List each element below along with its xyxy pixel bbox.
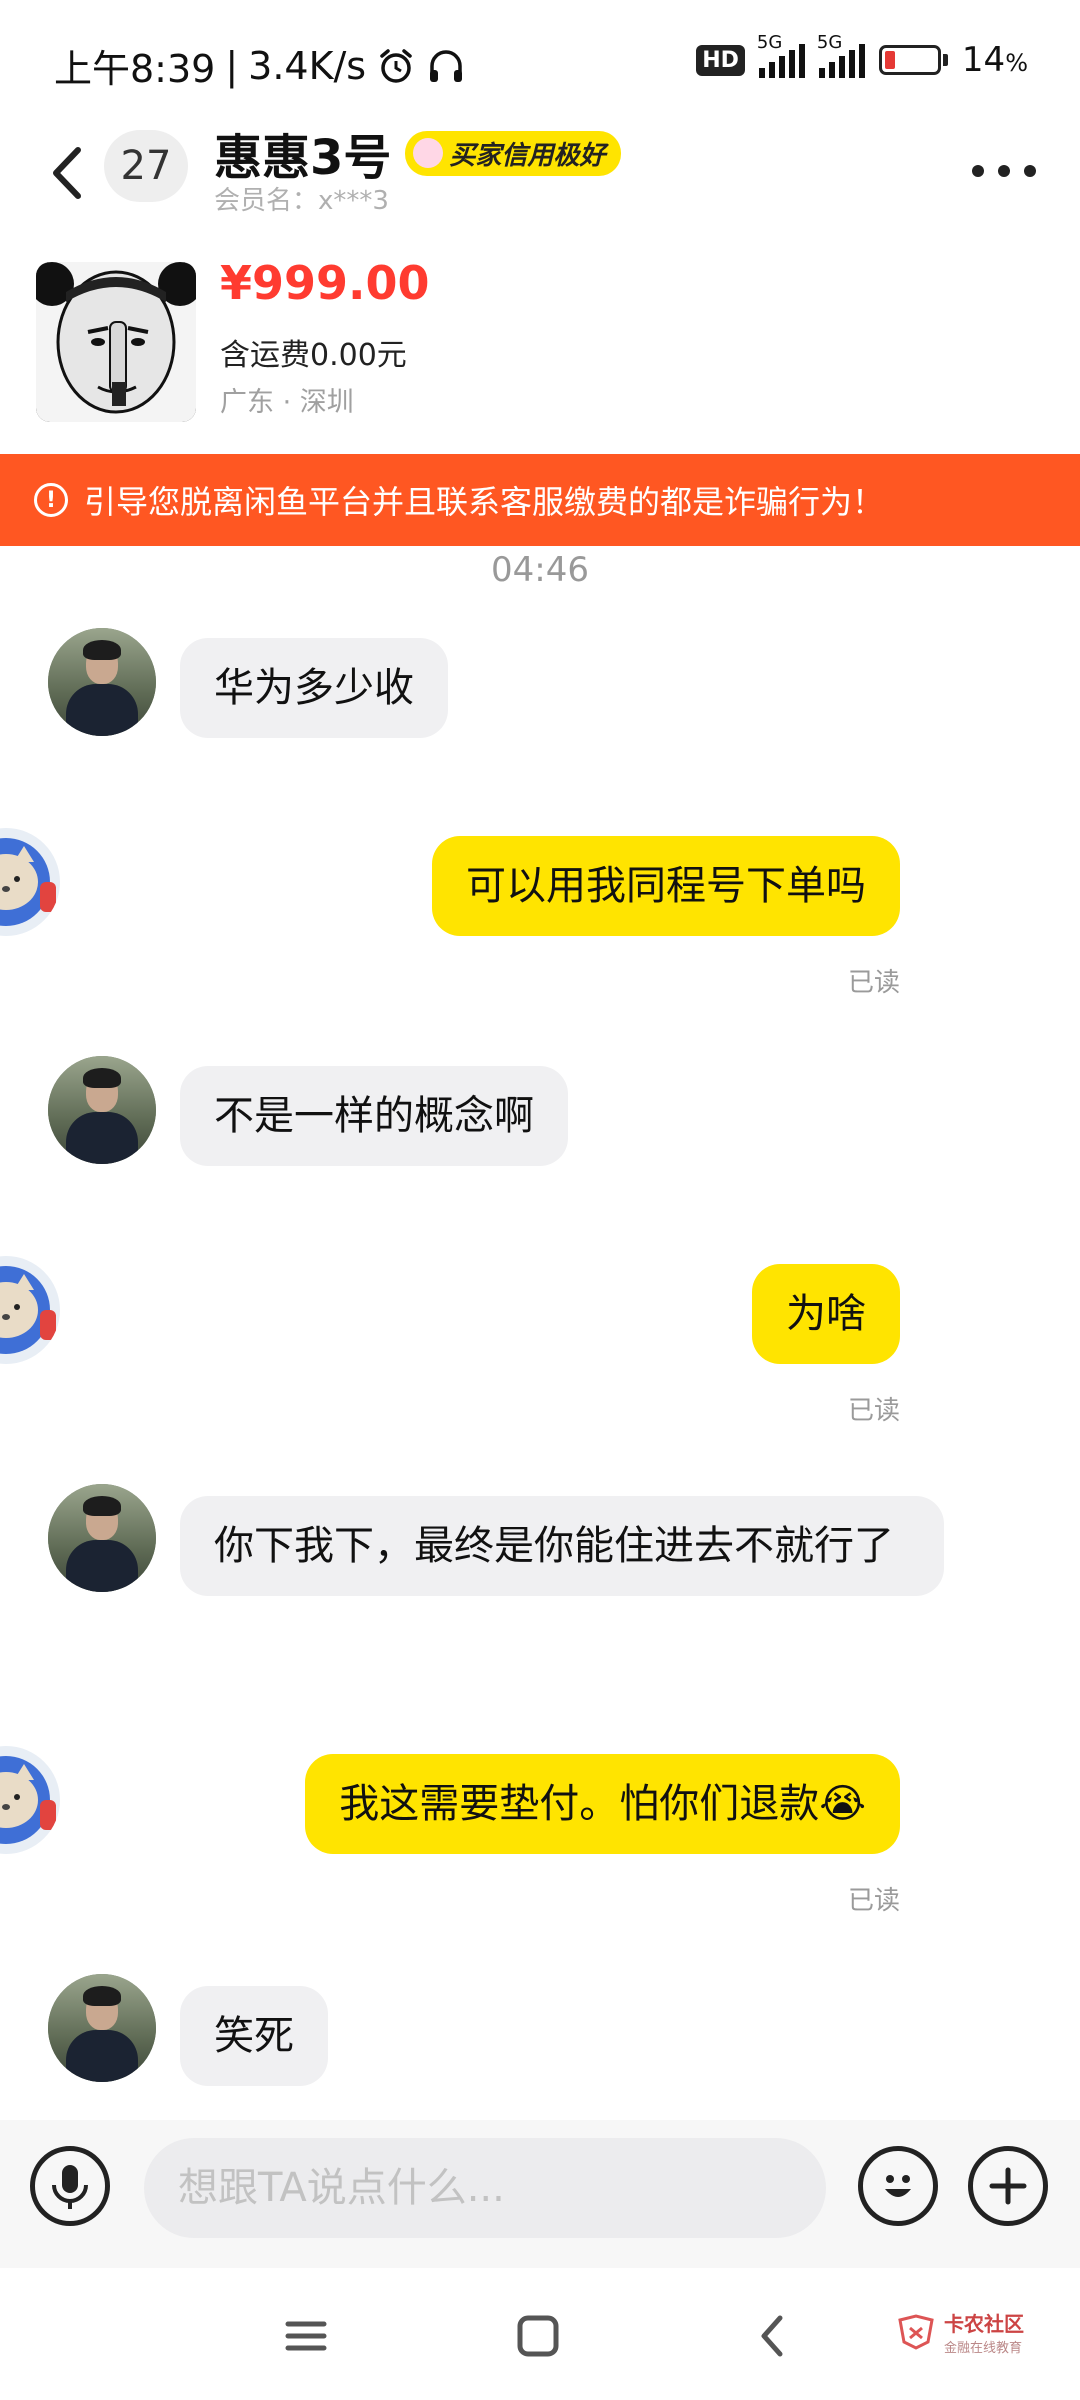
received-message-bubble[interactable]: 华为多少收 bbox=[180, 638, 448, 738]
warning-text: 引导您脱离闲鱼平台并且联系客服缴费的都是诈骗行为！ bbox=[84, 483, 885, 521]
shipping-fee: 含运费0.00元 bbox=[220, 338, 407, 373]
exclamation-circle-icon: ! bbox=[34, 483, 68, 517]
more-actions-button[interactable] bbox=[968, 2146, 1048, 2226]
contact-avatar[interactable] bbox=[48, 1056, 156, 1164]
contact-avatar[interactable] bbox=[48, 1484, 156, 1592]
read-status: 已读 bbox=[847, 968, 900, 998]
product-price: ¥999.00 bbox=[220, 256, 430, 310]
menu-icon[interactable] bbox=[276, 2306, 336, 2366]
received-message-bubble[interactable]: 你下我下，最终是你能住进去不就行了 bbox=[180, 1496, 944, 1596]
status-bar: 上午8:39 | 3.4K/s HD 5G 5G 14% bbox=[0, 0, 1080, 120]
emoji-button[interactable] bbox=[858, 2146, 938, 2226]
watermark-logo-icon bbox=[898, 2314, 934, 2350]
sim2-network-label: 5G bbox=[816, 32, 843, 53]
plus-icon bbox=[989, 2167, 1027, 2205]
back-nav-icon[interactable] bbox=[744, 2306, 804, 2366]
message-row: 不是一样的概念啊 bbox=[0, 1056, 1080, 1166]
microphone-icon bbox=[52, 2165, 88, 2209]
clock: 上午8:39 bbox=[54, 47, 216, 91]
battery-level-fill bbox=[884, 51, 895, 69]
time-divider: 04:46 bbox=[491, 550, 589, 590]
read-status: 已读 bbox=[847, 1396, 900, 1426]
product-thumbnail[interactable] bbox=[36, 262, 196, 422]
sent-message-bubble[interactable]: 为啥 bbox=[752, 1264, 900, 1364]
headset-icon bbox=[430, 49, 463, 82]
battery-icon bbox=[878, 45, 948, 75]
sim1-network-label: 5G bbox=[756, 32, 783, 53]
more-options-icon[interactable] bbox=[972, 146, 1036, 196]
status-left: 上午8:39 | 3.4K/s bbox=[54, 38, 466, 93]
credit-badge[interactable]: 买家信用极好 bbox=[405, 130, 622, 176]
battery-percent: 14% bbox=[961, 40, 1028, 80]
received-message-bubble[interactable]: 笑死 bbox=[180, 1986, 328, 2086]
contact-avatar[interactable] bbox=[48, 1974, 156, 2082]
status-right: HD 5G 5G 14% bbox=[696, 32, 1028, 80]
meme-face-image bbox=[36, 262, 196, 422]
back-arrow-icon[interactable] bbox=[40, 138, 96, 208]
message-row: 可以用我同程号下单吗 已读 bbox=[0, 828, 1080, 998]
my-avatar[interactable] bbox=[0, 1256, 60, 1364]
network-speed: 3.4K/s bbox=[248, 43, 367, 88]
message-row: 为啥 已读 bbox=[0, 1256, 1080, 1426]
credit-badge-label: 买家信用极好 bbox=[449, 140, 606, 171]
my-avatar[interactable] bbox=[0, 1746, 60, 1854]
contact-avatar[interactable] bbox=[48, 628, 156, 736]
system-nav-bar: 卡农社区 金融在线教育 bbox=[0, 2268, 1080, 2400]
voice-input-button[interactable] bbox=[30, 2146, 110, 2226]
title-row: 惠惠3号 买家信用极好 bbox=[214, 118, 622, 188]
separator: | bbox=[225, 43, 239, 88]
product-card[interactable]: ¥999.00 含运费0.00元 广东 · 深圳 bbox=[0, 254, 1080, 454]
alarm-icon bbox=[380, 48, 412, 83]
message-input[interactable] bbox=[144, 2138, 826, 2238]
message-row: 笑死 bbox=[0, 1974, 1080, 2086]
home-icon[interactable] bbox=[508, 2306, 568, 2366]
message-row: 我这需要垫付。怕你们退款😭 已读 bbox=[0, 1746, 1080, 1916]
input-bar bbox=[0, 2120, 1080, 2268]
smiley-icon bbox=[885, 2175, 911, 2197]
read-status: 已读 bbox=[847, 1886, 900, 1916]
fraud-warning-banner: ! 引导您脱离闲鱼平台并且联系客服缴费的都是诈骗行为！ bbox=[0, 454, 1080, 546]
signal-icon-sim1: 5G bbox=[757, 32, 805, 78]
watermark-subtitle: 金融在线教育 bbox=[944, 2341, 1023, 2356]
contact-name[interactable]: 惠惠3号 bbox=[214, 118, 391, 188]
sent-message-bubble[interactable]: 可以用我同程号下单吗 bbox=[432, 836, 900, 936]
sent-message-bubble[interactable]: 我这需要垫付。怕你们退款😭 bbox=[305, 1754, 900, 1854]
chat-header: 27 惠惠3号 买家信用极好 会员名：x***3 bbox=[0, 118, 1080, 228]
my-avatar[interactable] bbox=[0, 828, 60, 936]
received-message-bubble[interactable]: 不是一样的概念啊 bbox=[180, 1066, 568, 1166]
signal-icon-sim2: 5G bbox=[817, 32, 865, 78]
watermark: 卡农社区 金融在线教育 bbox=[896, 2308, 1024, 2356]
product-location: 广东 · 深圳 bbox=[220, 387, 354, 418]
message-row: 华为多少收 bbox=[0, 628, 1080, 738]
message-row: 你下我下，最终是你能住进去不就行了 bbox=[0, 1484, 1080, 1596]
watermark-title: 卡农社区 bbox=[944, 2312, 1024, 2336]
sunglasses-face-icon bbox=[413, 138, 444, 168]
member-name: 会员名：x***3 bbox=[214, 186, 389, 216]
unread-count-badge[interactable]: 27 bbox=[104, 130, 188, 202]
hd-voice-icon: HD bbox=[696, 44, 745, 76]
